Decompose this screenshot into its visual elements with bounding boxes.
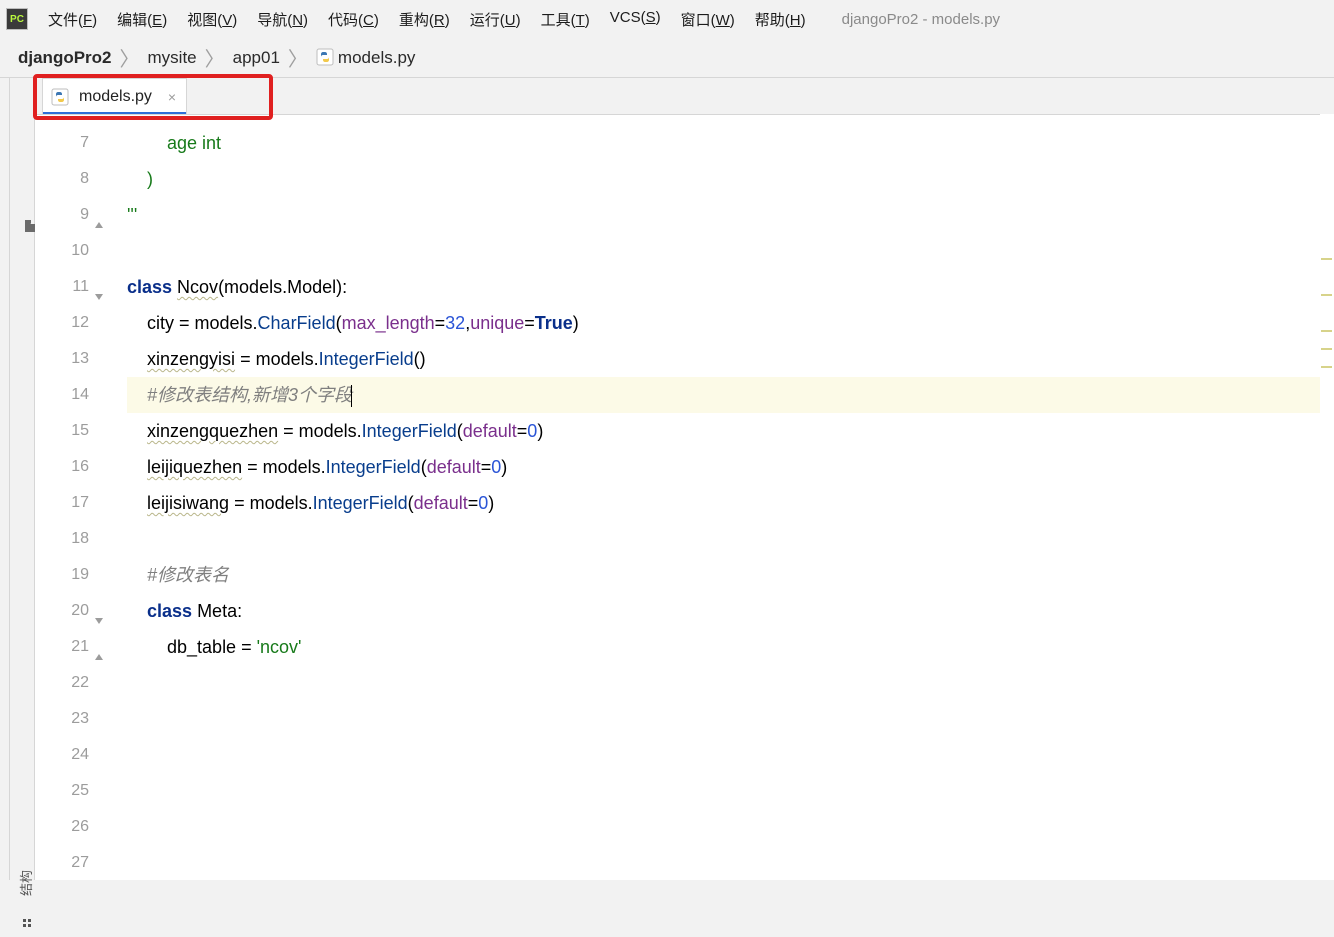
python-file-icon bbox=[51, 88, 69, 106]
code-line[interactable]: age int bbox=[127, 125, 1334, 161]
code-line[interactable]: ) bbox=[127, 161, 1334, 197]
python-file-icon bbox=[316, 48, 334, 66]
fold-end-icon[interactable] bbox=[93, 209, 105, 221]
line-number: 21 bbox=[35, 629, 89, 665]
menu-w[interactable]: 窗口(W) bbox=[671, 5, 745, 34]
menu-s[interactable]: VCS(S) bbox=[600, 5, 671, 34]
code-editor[interactable]: 789101112131415161718192021222324252627 … bbox=[35, 114, 1334, 880]
fold-end-icon[interactable] bbox=[93, 641, 105, 653]
breadcrumb-item[interactable]: models.py bbox=[316, 48, 415, 68]
breadcrumb-item[interactable]: djangoPro2 bbox=[18, 48, 112, 68]
line-number: 27 bbox=[35, 845, 89, 881]
code-line[interactable]: xinzengyisi = models.IntegerField() bbox=[127, 341, 1334, 377]
line-number: 18 bbox=[35, 521, 89, 557]
toolwindow-rail[interactable]: 结构 bbox=[10, 78, 35, 880]
breadcrumb-item[interactable]: app01 bbox=[233, 48, 280, 68]
menu-e[interactable]: 编辑(E) bbox=[107, 5, 177, 34]
structure-toolwindow-label[interactable]: 结构 bbox=[16, 870, 35, 896]
tab-label: models.py bbox=[79, 88, 152, 106]
fold-start-icon[interactable] bbox=[93, 281, 105, 293]
code-line[interactable]: leijisiwang = models.IntegerField(defaul… bbox=[127, 485, 1334, 521]
menu-f[interactable]: 文件(F) bbox=[38, 5, 107, 34]
code-line[interactable]: xinzengquezhen = models.IntegerField(def… bbox=[127, 413, 1334, 449]
line-number: 23 bbox=[35, 701, 89, 737]
line-number: 25 bbox=[35, 773, 89, 809]
line-number: 17 bbox=[35, 485, 89, 521]
code-line[interactable]: leijiquezhen = models.IntegerField(defau… bbox=[127, 449, 1334, 485]
line-number: 19 bbox=[35, 557, 89, 593]
structure-tool-icon[interactable] bbox=[22, 918, 36, 932]
close-icon[interactable]: × bbox=[168, 89, 176, 105]
line-number: 8 bbox=[35, 161, 89, 197]
breadcrumb: djangoPro2 〉 mysite 〉 app01 〉 models.py bbox=[0, 38, 1334, 78]
code-line[interactable]: #修改表名 bbox=[127, 557, 1334, 593]
code-line[interactable] bbox=[127, 233, 1334, 269]
menu-t[interactable]: 工具(T) bbox=[531, 5, 600, 34]
code-line[interactable]: city = models.CharField(max_length=32,un… bbox=[127, 305, 1334, 341]
menu-u[interactable]: 运行(U) bbox=[460, 5, 531, 34]
code-line[interactable] bbox=[127, 701, 1334, 737]
menu-r[interactable]: 重构(R) bbox=[389, 5, 460, 34]
line-number: 7 bbox=[35, 125, 89, 161]
line-number: 26 bbox=[35, 809, 89, 845]
line-number: 22 bbox=[35, 665, 89, 701]
code-line[interactable] bbox=[127, 737, 1334, 773]
tab-models-py[interactable]: models.py × bbox=[42, 78, 187, 114]
menu-v[interactable]: 视图(V) bbox=[177, 5, 247, 34]
code-line[interactable]: class Meta: bbox=[127, 593, 1334, 629]
code-line[interactable] bbox=[127, 773, 1334, 809]
code-line[interactable] bbox=[127, 845, 1334, 881]
pycharm-icon: PC bbox=[6, 8, 28, 30]
chevron-right-icon: 〉 bbox=[120, 43, 140, 72]
window-title: djangoPro2 - models.py bbox=[842, 11, 1000, 28]
code-line[interactable]: class Ncov(models.Model): bbox=[127, 269, 1334, 305]
breadcrumb-item[interactable]: mysite bbox=[148, 48, 197, 68]
line-number: 12 bbox=[35, 305, 89, 341]
line-number: 9 bbox=[35, 197, 89, 233]
menu-c[interactable]: 代码(C) bbox=[318, 5, 389, 34]
line-number: 20 bbox=[35, 593, 89, 629]
menubar: PC 文件(F)编辑(E)视图(V)导航(N)代码(C)重构(R)运行(U)工具… bbox=[0, 0, 1334, 38]
line-number: 14 bbox=[35, 377, 89, 413]
line-number-gutter: 789101112131415161718192021222324252627 bbox=[35, 115, 111, 880]
line-number: 11 bbox=[35, 269, 89, 305]
code-line[interactable] bbox=[127, 521, 1334, 557]
editor-tabs: models.py × bbox=[0, 78, 1334, 114]
code-line[interactable]: #修改表结构,新增3个字段 bbox=[127, 377, 1334, 413]
chevron-right-icon: 〉 bbox=[288, 43, 308, 72]
code-line[interactable] bbox=[127, 809, 1334, 845]
line-number: 16 bbox=[35, 449, 89, 485]
line-number: 10 bbox=[35, 233, 89, 269]
code-area[interactable]: age int )''' class Ncov(models.Model): ci… bbox=[111, 115, 1334, 880]
left-gutter-rail bbox=[0, 78, 10, 880]
menu-n[interactable]: 导航(N) bbox=[247, 5, 318, 34]
error-stripe[interactable] bbox=[1320, 114, 1334, 880]
code-line[interactable] bbox=[127, 665, 1334, 701]
chevron-right-icon: 〉 bbox=[205, 43, 225, 72]
code-line[interactable]: ''' bbox=[127, 197, 1334, 233]
line-number: 24 bbox=[35, 737, 89, 773]
line-number: 13 bbox=[35, 341, 89, 377]
code-line[interactable]: db_table = 'ncov' bbox=[127, 629, 1334, 665]
line-number: 15 bbox=[35, 413, 89, 449]
menu-h[interactable]: 帮助(H) bbox=[745, 5, 816, 34]
fold-start-icon[interactable] bbox=[93, 605, 105, 617]
